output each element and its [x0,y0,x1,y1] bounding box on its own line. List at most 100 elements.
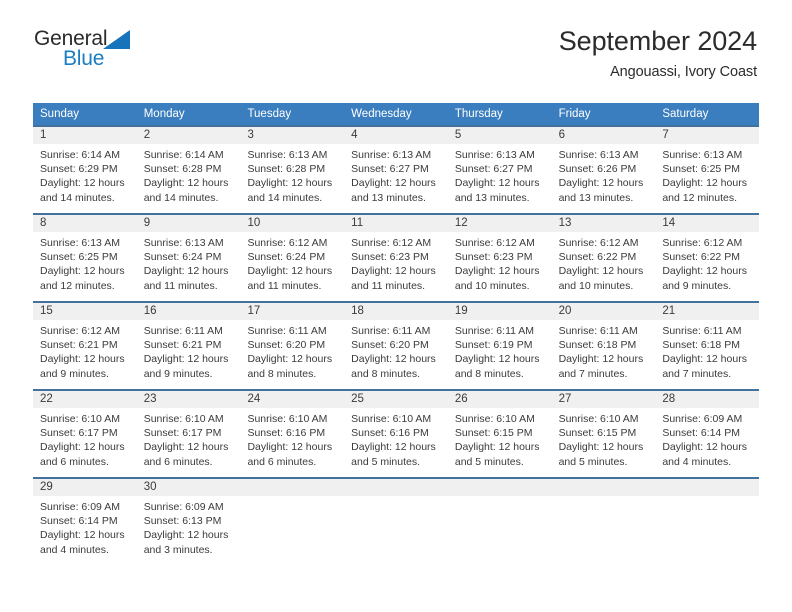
sunrise-text: Sunrise: 6:12 AM [558,237,639,249]
day-cell[interactable]: 24 Sunrise: 6:10 AM Sunset: 6:16 PM Dayl… [240,391,345,477]
sunrise-text: Sunrise: 6:12 AM [40,325,120,337]
day-cell-empty [240,479,345,565]
sunset-text: Sunset: 6:25 PM [40,251,118,264]
daylight-text-line2: and 11 minutes. [351,279,426,292]
sunrise-text: Sunrise: 6:11 AM [143,325,223,337]
daylight-text-line1: Daylight: 12 hours [40,177,125,190]
day-number [240,479,345,496]
day-cell[interactable]: 21 Sunrise: 6:11 AM Sunset: 6:18 PM Dayl… [655,303,760,389]
day-cell[interactable]: 16 Sunrise: 6:11 AM Sunset: 6:21 PM Dayl… [136,303,241,389]
day-number: 1 [33,127,137,144]
sunset-text: Sunset: 6:14 PM [40,515,118,528]
sunset-text: Sunset: 6:23 PM [351,251,429,264]
day-number: 7 [655,127,760,144]
day-cell[interactable]: 5 Sunrise: 6:13 AM Sunset: 6:27 PM Dayli… [447,127,552,213]
day-number: 2 [136,127,241,144]
sunrise-text: Sunrise: 6:09 AM [662,413,743,425]
daylight-text-line1: Daylight: 12 hours [40,529,125,542]
day-cell[interactable]: 11 Sunrise: 6:12 AM Sunset: 6:23 PM Dayl… [344,215,448,301]
day-details: Sunrise: 6:11 AM Sunset: 6:18 PM Dayligh… [552,320,656,381]
day-cell[interactable]: 26 Sunrise: 6:10 AM Sunset: 6:15 PM Dayl… [447,391,552,477]
sunset-text: Sunset: 6:18 PM [662,339,740,352]
day-cell[interactable]: 23 Sunrise: 6:10 AM Sunset: 6:17 PM Dayl… [136,391,241,477]
sunset-text: Sunset: 6:15 PM [558,427,637,440]
day-cell[interactable]: 10 Sunrise: 6:12 AM Sunset: 6:24 PM Dayl… [240,215,345,301]
day-cell[interactable]: 27 Sunrise: 6:10 AM Sunset: 6:15 PM Dayl… [551,391,656,477]
day-cell[interactable]: 28 Sunrise: 6:09 AM Sunset: 6:14 PM Dayl… [655,391,760,477]
sunset-text: Sunset: 6:28 PM [247,163,326,176]
daylight-text-line1: Daylight: 12 hours [558,353,644,366]
day-cell[interactable]: 3 Sunrise: 6:13 AM Sunset: 6:28 PM Dayli… [240,127,345,213]
daylight-text-line2: and 10 minutes. [558,279,634,292]
sunrise-text: Sunrise: 6:11 AM [454,325,535,337]
daylight-text-line2: and 5 minutes. [454,455,524,468]
sunrise-text: Sunrise: 6:13 AM [662,149,743,161]
day-number: 18 [344,303,448,320]
day-cell[interactable]: 17 Sunrise: 6:11 AM Sunset: 6:20 PM Dayl… [240,303,345,389]
daylight-text-line1: Daylight: 12 hours [247,177,333,190]
page-header: General Blue September 2024 Angouassi, I… [0,0,792,80]
day-cell[interactable]: 19 Sunrise: 6:11 AM Sunset: 6:19 PM Dayl… [447,303,552,389]
day-number: 17 [240,303,345,320]
day-cell[interactable]: 1 Sunrise: 6:14 AM Sunset: 6:29 PM Dayli… [33,127,137,213]
sunrise-text: Sunrise: 6:10 AM [454,413,535,425]
daylight-text-line2: and 14 minutes. [247,191,323,204]
day-cell[interactable]: 29 Sunrise: 6:09 AM Sunset: 6:14 PM Dayl… [33,479,137,565]
day-number: 4 [344,127,448,144]
day-cell[interactable]: 7 Sunrise: 6:13 AM Sunset: 6:25 PM Dayli… [655,127,760,213]
sunrise-text: Sunrise: 6:13 AM [143,237,224,249]
day-details: Sunrise: 6:10 AM Sunset: 6:17 PM Dayligh… [33,408,137,469]
day-cell[interactable]: 25 Sunrise: 6:10 AM Sunset: 6:16 PM Dayl… [344,391,448,477]
sunrise-text: Sunrise: 6:11 AM [558,325,638,337]
day-cell[interactable]: 14 Sunrise: 6:12 AM Sunset: 6:22 PM Dayl… [655,215,760,301]
weekday-monday: Monday [143,108,185,120]
daylight-text-line1: Daylight: 12 hours [247,441,333,454]
day-cell-empty [655,479,760,565]
day-number: 30 [136,479,241,496]
day-number: 26 [447,391,552,408]
day-details: Sunrise: 6:11 AM Sunset: 6:18 PM Dayligh… [655,320,759,381]
day-cell[interactable]: 13 Sunrise: 6:12 AM Sunset: 6:22 PM Dayl… [551,215,656,301]
daylight-text-line2: and 7 minutes. [558,367,628,380]
day-number: 14 [655,215,760,232]
sunrise-text: Sunrise: 6:13 AM [454,149,535,161]
logo-general-text: General [34,27,108,50]
daylight-text-line2: and 13 minutes. [351,191,426,204]
daylight-text-line1: Daylight: 12 hours [454,353,540,366]
sunset-text: Sunset: 6:20 PM [247,339,326,352]
day-details: Sunrise: 6:13 AM Sunset: 6:26 PM Dayligh… [552,144,656,205]
daylight-text-line2: and 14 minutes. [143,191,219,204]
sunset-text: Sunset: 6:21 PM [40,339,118,352]
week-row: 1 Sunrise: 6:14 AM Sunset: 6:29 PM Dayli… [33,125,760,213]
day-cell[interactable]: 20 Sunrise: 6:11 AM Sunset: 6:18 PM Dayl… [551,303,656,389]
day-cell[interactable]: 22 Sunrise: 6:10 AM Sunset: 6:17 PM Dayl… [33,391,137,477]
day-details: Sunrise: 6:12 AM Sunset: 6:21 PM Dayligh… [33,320,137,381]
day-cell[interactable]: 18 Sunrise: 6:11 AM Sunset: 6:20 PM Dayl… [344,303,448,389]
day-cell[interactable]: 2 Sunrise: 6:14 AM Sunset: 6:28 PM Dayli… [136,127,241,213]
daylight-text-line2: and 10 minutes. [454,279,530,292]
sunset-text: Sunset: 6:13 PM [143,515,222,528]
sunrise-text: Sunrise: 6:11 AM [247,325,327,337]
general-blue-logo[interactable]: General Blue [34,28,174,78]
day-details: Sunrise: 6:10 AM Sunset: 6:15 PM Dayligh… [448,408,552,469]
daylight-text-line1: Daylight: 12 hours [143,353,229,366]
day-details: Sunrise: 6:13 AM Sunset: 6:25 PM Dayligh… [655,144,759,205]
sunrise-text: Sunrise: 6:11 AM [351,325,431,337]
day-number: 16 [136,303,241,320]
sunset-text: Sunset: 6:15 PM [454,427,533,440]
day-cell[interactable]: 6 Sunrise: 6:13 AM Sunset: 6:26 PM Dayli… [551,127,656,213]
weekday-tuesday: Tuesday [247,108,292,120]
daylight-text-line2: and 12 minutes. [662,191,738,204]
day-cell[interactable]: 8 Sunrise: 6:13 AM Sunset: 6:25 PM Dayli… [33,215,137,301]
day-cell[interactable]: 9 Sunrise: 6:13 AM Sunset: 6:24 PM Dayli… [136,215,241,301]
day-cell[interactable]: 12 Sunrise: 6:12 AM Sunset: 6:23 PM Dayl… [447,215,552,301]
daylight-text-line1: Daylight: 12 hours [454,441,540,454]
day-details: Sunrise: 6:13 AM Sunset: 6:27 PM Dayligh… [448,144,552,205]
week-row: 22 Sunrise: 6:10 AM Sunset: 6:17 PM Dayl… [33,389,760,477]
day-cell[interactable]: 15 Sunrise: 6:12 AM Sunset: 6:21 PM Dayl… [33,303,137,389]
daylight-text-line2: and 13 minutes. [558,191,634,204]
daylight-text-line1: Daylight: 12 hours [143,529,229,542]
day-cell[interactable]: 30 Sunrise: 6:09 AM Sunset: 6:13 PM Dayl… [136,479,241,565]
day-cell[interactable]: 4 Sunrise: 6:13 AM Sunset: 6:27 PM Dayli… [344,127,448,213]
daylight-text-line1: Daylight: 12 hours [143,441,229,454]
